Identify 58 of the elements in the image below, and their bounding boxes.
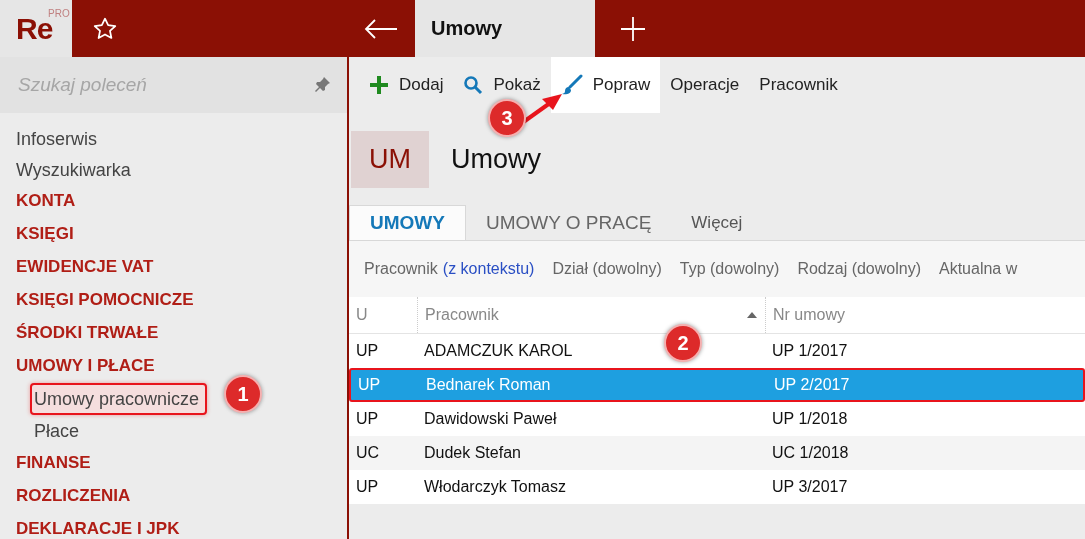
column-header[interactable]: Nr umowy: [765, 297, 1085, 333]
sidebar-item[interactable]: ROZLICZENIA: [16, 480, 131, 513]
sidebar-item[interactable]: DEKLARACJE I JPK: [16, 513, 180, 539]
search-input[interactable]: Szukaj poleceń: [18, 74, 313, 96]
sidebar-item[interactable]: KSIĘGI: [16, 218, 74, 251]
toolbar-button[interactable]: Popraw: [550, 57, 661, 113]
filter-link[interactable]: Dział (dowolny): [552, 260, 662, 278]
sidebar-item[interactable]: FINANSE: [16, 447, 91, 480]
sidebar-item[interactable]: KSIĘGI POMOCNICZE: [16, 284, 194, 317]
table-cell: UP: [356, 410, 379, 427]
filter-link[interactable]: Rodzaj (dowolny): [797, 260, 921, 278]
table-cell: Włodarczyk Tomasz: [424, 478, 566, 495]
search-field[interactable]: Szukaj poleceń: [0, 57, 347, 113]
table-row[interactable]: UC Dudek Stefan UC 1/2018: [349, 436, 1085, 470]
sidebar-subitem[interactable]: Płace: [30, 415, 88, 447]
brush-icon: [560, 74, 583, 96]
tab[interactable]: Więcej: [671, 205, 763, 240]
tab[interactable]: UMOWY: [349, 205, 466, 240]
toolbar-button[interactable]: Pracownik: [749, 57, 848, 113]
sidebar-item[interactable]: UMOWY I PŁACE: [16, 350, 155, 383]
table-cell: UP 2/2017: [774, 376, 850, 393]
search-icon: [463, 75, 484, 95]
table-cell: UP: [358, 376, 381, 393]
star-icon[interactable]: [92, 15, 118, 42]
toolbar-button[interactable]: Dodaj: [359, 57, 454, 113]
table-cell: UP 1/2018: [772, 410, 848, 427]
edition-label: PRO: [48, 8, 70, 19]
sidebar-item[interactable]: Infoserwis: [16, 123, 98, 154]
table-cell: UP: [356, 342, 379, 359]
page-title: Umowy: [451, 143, 541, 175]
table-cell: Bednarek Roman: [426, 376, 551, 393]
toolbar-button[interactable]: Operacje: [660, 57, 750, 113]
sidebar-item[interactable]: KONTA: [16, 185, 76, 218]
table-cell: UC: [356, 444, 380, 461]
table-cell: UP 3/2017: [772, 478, 848, 495]
module-badge: UM: [351, 130, 429, 188]
table-cell: ADAMCZUK KAROL: [424, 342, 573, 359]
sidebar-subitem[interactable]: Umowy pracownicze: [30, 383, 208, 415]
table-cell: UP 1/2017: [772, 342, 848, 359]
sidebar-item[interactable]: ŚRODKI TRWAŁE: [16, 317, 159, 350]
table-cell: Dawidowski Paweł: [424, 410, 557, 427]
table-cell: Dudek Stefan: [424, 444, 521, 461]
table-cell: UP: [356, 478, 379, 495]
plus-icon[interactable]: [619, 15, 646, 42]
filter-link[interactable]: Aktualna w: [939, 260, 1018, 278]
sidebar-item[interactable]: Wyszukiwarka: [16, 154, 131, 185]
back-arrow-icon[interactable]: [364, 18, 398, 39]
table-row[interactable]: UP Bednarek Roman UP 2/2017: [349, 368, 1085, 402]
step-badge: 3: [488, 99, 526, 137]
sidebar-item[interactable]: EWIDENCJE VAT: [16, 251, 154, 284]
document-tab[interactable]: Umowy: [415, 0, 595, 57]
filter-link[interactable]: Typ (dowolny): [679, 260, 780, 278]
pin-icon[interactable]: [313, 76, 331, 94]
tab[interactable]: UMOWY O PRACĘ: [465, 205, 672, 240]
table-cell: UC 1/2018: [772, 444, 849, 461]
plus-icon: [369, 75, 389, 95]
column-header[interactable]: U: [349, 297, 417, 333]
filter-link[interactable]: Pracownik (z kontekstu): [364, 260, 535, 278]
